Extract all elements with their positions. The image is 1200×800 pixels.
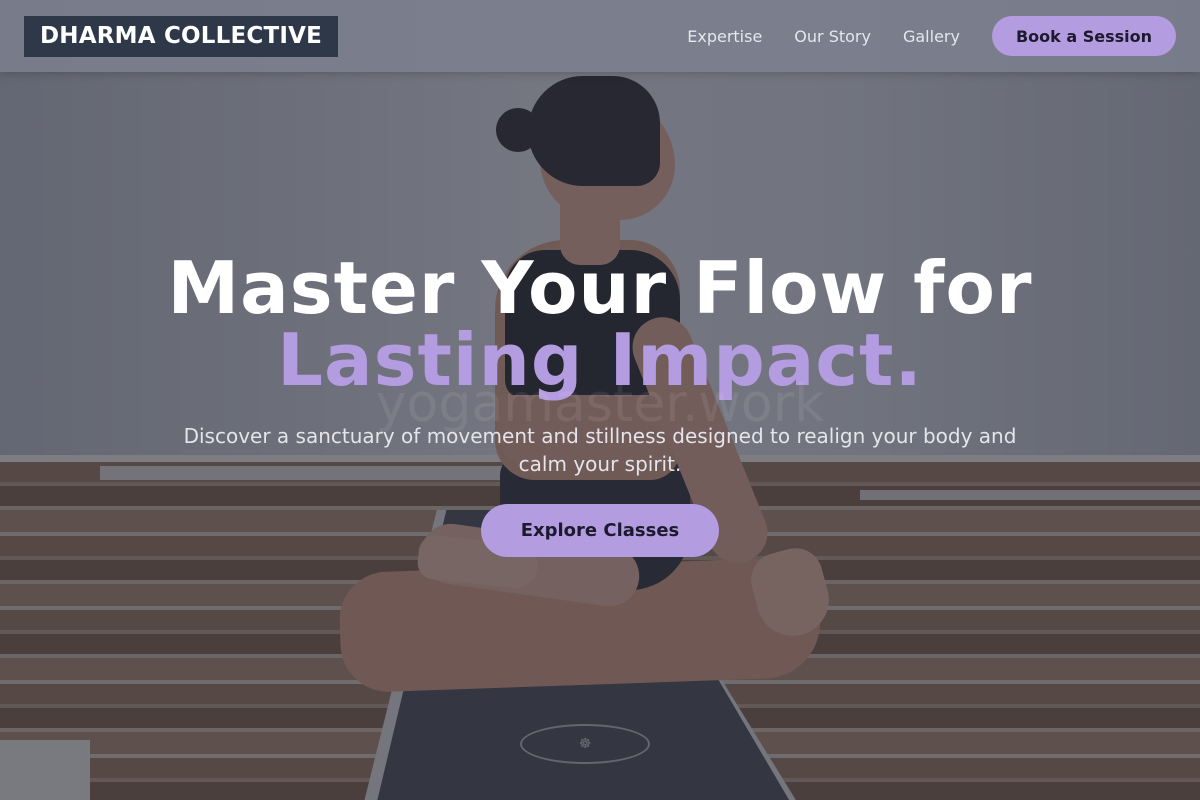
hero-title: Master Your Flow for Lasting Impact. [0, 252, 1200, 396]
nav-link-expertise[interactable]: Expertise [687, 27, 762, 46]
site-header: DHARMA COLLECTIVE Expertise Our Story Ga… [0, 0, 1200, 72]
main-nav: Expertise Our Story Gallery Book a Sessi… [687, 16, 1176, 56]
book-session-button[interactable]: Book a Session [991, 16, 1176, 56]
hero-content: yogamaster.work Master Your Flow for Las… [0, 252, 1200, 557]
nav-link-our-story[interactable]: Our Story [794, 27, 871, 46]
hero-title-accent: Lasting Impact. [277, 318, 923, 402]
explore-classes-button[interactable]: Explore Classes [481, 504, 719, 557]
nav-link-gallery[interactable]: Gallery [903, 27, 960, 46]
hero-subtitle: Discover a sanctuary of movement and sti… [183, 424, 1017, 476]
brand-logo[interactable]: DHARMA COLLECTIVE [24, 15, 339, 57]
